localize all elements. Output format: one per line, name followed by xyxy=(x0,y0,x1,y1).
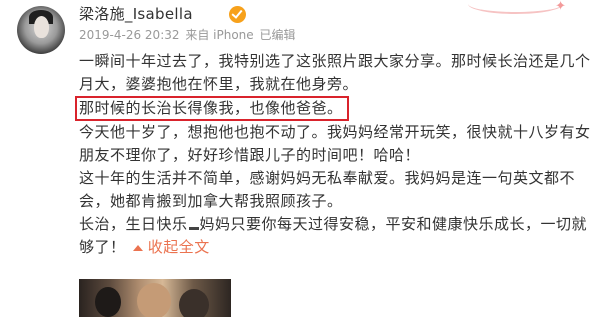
header-decoration: ✦ xyxy=(458,0,598,18)
post-paragraph-5-start: 长治，生日快乐 xyxy=(79,215,188,233)
post-timestamp[interactable]: 2019-4-26 20:32 xyxy=(79,28,180,42)
post-paragraph-1: 一瞬间十年过去了，我特别选了这张照片跟大家分享。那时候长治还是几个月大，婆婆抱他… xyxy=(79,52,591,93)
post-photo[interactable] xyxy=(79,279,231,317)
decorative-wave xyxy=(468,0,563,14)
post-meta: 2019-4-26 20:32 来自 iPhone 已编辑 xyxy=(79,27,298,43)
collapse-label: 收起全文 xyxy=(147,238,210,256)
verified-badge-icon xyxy=(229,6,246,23)
username-link[interactable]: 梁洛施_Isabella xyxy=(79,4,193,24)
avatar-face xyxy=(34,16,49,38)
post-paragraph-4: 这十年的生活并不简单，感谢妈妈无私奉献爱。我妈妈是连一句英文都不会，她都肯搬到加… xyxy=(79,169,576,210)
photo-person xyxy=(95,287,121,317)
post-source: 来自 iPhone xyxy=(185,28,254,42)
highlighted-text: 那时候的长治长得像我，也像他爸爸。 xyxy=(75,96,349,121)
edited-label[interactable]: 已编辑 xyxy=(259,28,295,42)
photo-person xyxy=(179,289,209,317)
photo-person xyxy=(137,283,171,317)
collapse-arrow-icon xyxy=(132,244,143,251)
post-paragraph-5: 长治，生日快乐 妈妈只要你每天过得安稳，平安和健康快乐成长，一切就够了！ 收起全文 xyxy=(79,213,594,259)
post-content: 一瞬间十年过去了，我特别选了这张照片跟大家分享。那时候长治还是几个月大，婆婆抱他… xyxy=(75,50,594,259)
collapse-link[interactable]: 收起全文 xyxy=(130,238,210,256)
avatar[interactable] xyxy=(17,6,65,54)
post-paragraph-3: 今天他十岁了，想抱他也抱不动了。我妈妈经常开玩笑，很快就十八岁有女朋友不理你了，… xyxy=(79,123,591,164)
cake-emoji-icon xyxy=(188,219,199,230)
post-paragraph-2: 那时候的长治长得像我，也像他爸爸。 xyxy=(75,96,594,121)
star-icon: ✦ xyxy=(555,0,566,14)
